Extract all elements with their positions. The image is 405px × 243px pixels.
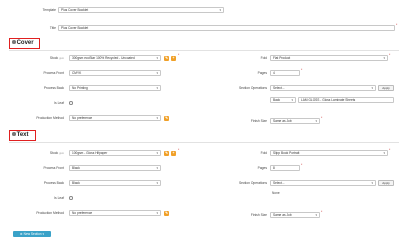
chevron-down-icon: ▾ [156,71,158,75]
process-front-label: Process Front [43,71,64,75]
chevron-down-icon: ▾ [156,151,158,155]
edit-stock-button[interactable]: ✎ [164,55,169,61]
template-select[interactable]: Plus Cover Booklet ▾ [58,7,224,13]
required-marker: * [301,68,303,72]
chevron-down-icon: ▾ [315,213,317,217]
chevron-down-icon: ▾ [371,86,373,90]
fold-label: Fold [260,151,267,155]
process-back-label: Process Back [43,181,64,185]
required-marker: * [389,53,391,57]
process-front-select[interactable]: CMYK ▾ [69,70,161,76]
required-marker: * [301,163,303,167]
finish-size-label: Finish Size [250,119,267,123]
chevron-down-icon: ▾ [156,181,158,185]
plus-icon: + [172,150,175,155]
finish-size-select[interactable]: Same as Job ▾ [270,118,320,124]
apply-button[interactable]: Apply [378,85,394,91]
chevron-down-icon: ▾ [156,56,158,60]
fold-select[interactable]: Slipp Book Portrait ▾ [270,150,388,156]
chevron-down-icon: ▾ [156,116,158,120]
section-operations-label: Section Operations [238,181,267,185]
chevron-down-icon: ▾ [219,8,221,12]
is-leaf-radio[interactable] [69,101,73,105]
new-section-button[interactable]: ⚙ New Section ▾ [13,231,51,237]
production-method-select[interactable]: No preference ▾ [69,210,161,216]
required-marker: * [321,210,323,214]
pencil-icon: ✎ [165,55,168,60]
title-label: Title [49,26,56,30]
section-header-text[interactable]: Text [9,130,36,141]
gear-icon [12,40,16,44]
required-marker: * [178,53,180,57]
required-marker: * [178,148,180,152]
stock-label: Stock gsm [49,56,64,60]
production-method-label: Production Method [36,116,64,120]
pencil-icon: ✎ [165,210,168,215]
chevron-down-icon: ▾ [291,98,293,102]
title-input[interactable]: Plus Cover Booklet [58,25,395,31]
is-leaf-label: Is Leaf [54,101,64,105]
chevron-down-icon: ▾ [315,119,317,123]
plus-icon: + [172,55,175,60]
process-back-select[interactable]: Black ▾ [69,180,161,186]
required-marker: * [321,116,323,120]
gear-icon: ⚙ [19,232,23,236]
pages-input[interactable]: 4 [270,70,300,76]
chevron-down-icon: ▾ [383,151,385,155]
stock-label: Stock gsm [49,151,64,155]
finish-size-select[interactable]: Same as Job ▾ [270,212,320,218]
pages-input[interactable]: 8 [270,165,300,171]
stock-select[interactable]: 100gsm - Gloss Hifpaper ▾ [69,150,161,156]
edit-stock-button[interactable]: ✎ [164,150,169,156]
chevron-down-icon: ▾ [42,232,45,236]
fold-label: Fold [260,56,267,60]
edit-production-method-button[interactable]: ✎ [164,115,169,121]
chevron-down-icon: ▾ [383,56,385,60]
chevron-down-icon: ▾ [156,86,158,90]
finish-size-label: Finish Size [250,213,267,217]
process-front-label: Process Front [43,166,64,170]
section-header-cover[interactable]: Cover [9,38,40,49]
operation-item[interactable]: LAM GLOSS - Gloss Laminate Sheets [298,97,394,103]
chevron-down-icon: ▾ [156,166,158,170]
chevron-down-icon: ▾ [156,211,158,215]
section-operations-label: Section Operations [238,86,267,90]
edit-production-method-button[interactable]: ✎ [164,210,169,216]
section-divider [9,142,399,143]
add-stock-button[interactable]: + [171,150,176,156]
production-method-label: Production Method [36,211,64,215]
is-leaf-radio[interactable] [69,196,73,200]
gear-icon [12,132,16,136]
process-back-select[interactable]: No Printing ▾ [69,85,161,91]
pencil-icon: ✎ [165,115,168,120]
process-back-label: Process Back [43,86,64,90]
add-stock-button[interactable]: + [171,55,176,61]
operations-none-text: None [272,191,280,195]
stock-select[interactable]: 300gsm ecoStar 100% Recycled - Uncoated … [69,55,161,61]
apply-button[interactable]: Apply [378,180,394,186]
required-marker: * [389,148,391,152]
section-operations-select[interactable]: Select... ▾ [270,85,376,91]
process-front-select[interactable]: Black ▾ [69,165,161,171]
chevron-down-icon: ▾ [371,181,373,185]
section-operations-select[interactable]: Select... ▾ [270,180,376,186]
operation-side-select[interactable]: Back ▾ [270,97,296,103]
required-marker: * [396,23,398,27]
section-divider [9,50,399,51]
production-method-select[interactable]: No preference ▾ [69,115,161,121]
is-leaf-label: Is Leaf [54,196,64,200]
pages-label: Pages [257,166,267,170]
fold-select[interactable]: Flat Product ▾ [270,55,388,61]
pencil-icon: ✎ [165,150,168,155]
pages-label: Pages [257,71,267,75]
template-label: Template [42,8,56,12]
